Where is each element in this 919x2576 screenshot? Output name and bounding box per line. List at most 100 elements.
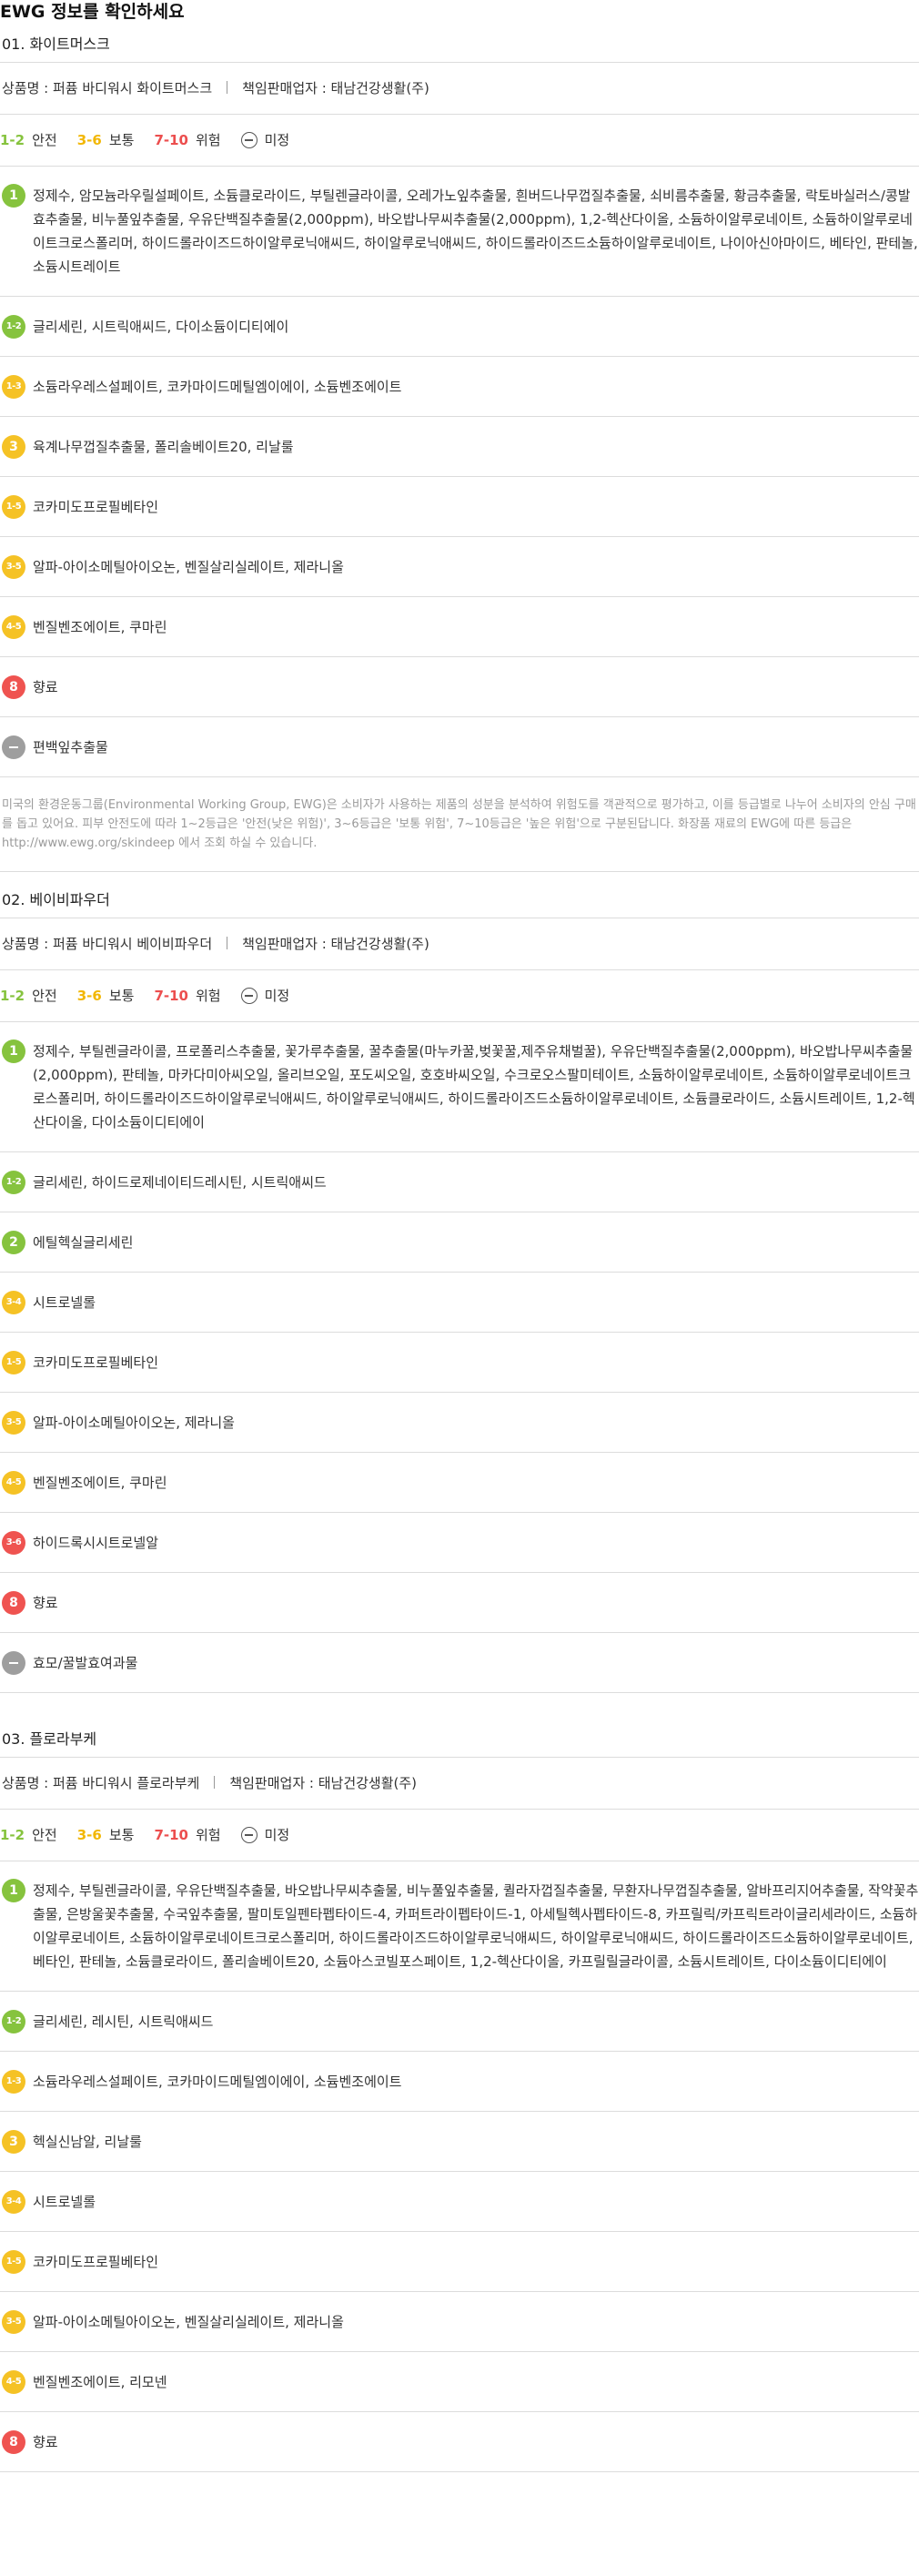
ingredient-list: 정제수, 부틸렌글라이콜, 프로폴리스추출물, 꽃가루추출물, 꿀추출물(마누카…	[33, 1043, 915, 1131]
ingredient-list: 소듐라우레스설페이트, 코카마이드메틸엠이에이, 소듐벤조에이트	[33, 2074, 402, 2090]
grade-badge: 4-5	[2, 1471, 25, 1495]
grade-badge: 4-5	[2, 2370, 25, 2394]
ingredient-row: 1 정제수, 부틸렌글라이콜, 우유단백질추출물, 바오밥나무씨추출물, 비누풀잎…	[0, 1861, 919, 1992]
grade-badge: 3-5	[2, 1411, 25, 1435]
ingredient-list: 글리세린, 레시틴, 시트릭애씨드	[33, 2013, 214, 2030]
ingredient-row: 1-5 코카미도프로필베타인	[0, 477, 919, 537]
legend-medium-label: 보통	[108, 987, 135, 1004]
legend-danger: 7-10 위험	[154, 115, 220, 167]
legend-danger-label: 위험	[195, 987, 221, 1004]
ingredient-list: 벤질벤조에이트, 리모넨	[33, 2374, 167, 2390]
ingredient-row: 3-5 알파-아이소메틸아이오논, 벤질살리실레이트, 제라니올	[0, 537, 919, 597]
legend-undetermined-label: 미정	[264, 131, 290, 148]
ingredient-row: 1-3 소듐라우레스설페이트, 코카마이드메틸엠이에이, 소듐벤조에이트	[0, 2052, 919, 2112]
ingredient-row: 3-5 알파-아이소메틸아이오논, 제라니올	[0, 1393, 919, 1453]
legend-medium-label: 보통	[108, 1826, 135, 1843]
ingredient-row: 효모/꿀발효여과물	[0, 1633, 919, 1693]
page-title: EWG 정보를 확인하세요	[0, 2, 185, 22]
section-heading: 02. 베이비파우더	[0, 879, 919, 918]
ingredient-row: 1-2 글리세린, 시트릭애씨드, 다이소듐이디티에이	[0, 297, 919, 357]
ingredient-row: 1-2 글리세린, 하이드로제네이티드레시틴, 시트릭애씨드	[0, 1152, 919, 1212]
grade-legend: 1-2 안전 3-6 보통 7-10 위험 미정	[0, 115, 919, 167]
minus-circle-icon	[240, 988, 258, 1004]
legend-undetermined-label: 미정	[264, 987, 290, 1004]
legend-undetermined: 미정	[240, 115, 290, 167]
ingredient-list: 하이드록시시트로넬알	[33, 1535, 159, 1551]
grade-badge: 3-5	[2, 555, 25, 579]
product-name: 상품명 : 퍼퓸 바디워시 화이트머스크	[2, 80, 213, 96]
ingredient-row: 4-5 벤질벤조에이트, 쿠마린	[0, 1453, 919, 1513]
ingredient-list: 향료	[33, 1595, 58, 1611]
legend-medium-label: 보통	[108, 131, 135, 148]
legend-danger-range: 7-10	[154, 1826, 188, 1843]
legend-danger-label: 위험	[195, 1826, 221, 1843]
ingredient-list: 알파-아이소메틸아이오논, 벤질살리실레이트, 제라니올	[33, 559, 344, 575]
ingredient-row: 3 헥실신남알, 리날룰	[0, 2112, 919, 2172]
legend-medium-range: 3-6	[76, 987, 102, 1004]
grade-badge: 1	[2, 1040, 25, 1063]
undetermined-badge	[2, 1651, 25, 1675]
grade-badge: 8	[2, 2430, 25, 2454]
legend-danger: 7-10 위험	[154, 970, 220, 1022]
ingredient-list: 소듐라우레스설페이트, 코카마이드메틸엠이에이, 소듐벤조에이트	[33, 379, 402, 395]
legend-undetermined: 미정	[240, 970, 290, 1022]
seller-name: 책임판매업자 : 태남건강생활(주)	[242, 80, 429, 96]
grade-badge: 4-5	[2, 615, 25, 639]
ingredient-list: 시트로넬롤	[33, 2194, 96, 2210]
legend-safe-range: 1-2	[0, 987, 25, 1004]
ingredient-row: 3-4 시트로넬롤	[0, 1273, 919, 1333]
ingredient-list: 편백잎추출물	[33, 739, 108, 756]
legend-medium-range: 3-6	[76, 1826, 102, 1843]
undetermined-badge	[2, 735, 25, 759]
ingredient-row: 편백잎추출물	[0, 717, 919, 777]
ingredient-row: 8 향료	[0, 2412, 919, 2472]
ingredient-row: 3-6 하이드록시시트로넬알	[0, 1513, 919, 1573]
ingredient-list: 시트로넬롤	[33, 1294, 96, 1311]
product-name: 상품명 : 퍼퓸 바디워시 베이비파우더	[2, 936, 213, 952]
legend-medium: 3-6 보통	[77, 970, 135, 1022]
grade-badge: 1-2	[2, 315, 25, 339]
grade-badge: 1-2	[2, 2010, 25, 2033]
ingredient-row: 4-5 벤질벤조에이트, 리모넨	[0, 2352, 919, 2412]
product-info-row: 상품명 : 퍼퓸 바디워시 플로라부케 책임판매업자 : 태남건강생활(주)	[0, 1758, 919, 1810]
grade-badge: 1-3	[2, 2070, 25, 2094]
ingredient-row: 3-4 시트로넬롤	[0, 2172, 919, 2232]
grade-badge: 3	[2, 435, 25, 459]
legend-safe-label: 안전	[32, 1826, 57, 1843]
ewg-section: 03. 플로라부케 상품명 : 퍼퓸 바디워시 플로라부케 책임판매업자 : 태남건…	[0, 1693, 919, 2472]
ingredient-list: 글리세린, 하이드로제네이티드레시틴, 시트릭애씨드	[33, 1174, 327, 1191]
ingredient-row: 2 에틸헥실글리세린	[0, 1212, 919, 1273]
legend-medium: 3-6 보통	[77, 115, 135, 167]
ingredient-row: 1 정제수, 암모늄라우릴설페이트, 소듐클로라이드, 부틸렌글라이콜, 오레가노…	[0, 167, 919, 297]
legend-safe-range: 1-2	[0, 131, 25, 148]
seller-name: 책임판매업자 : 태남건강생활(주)	[229, 1775, 418, 1791]
legend-medium-range: 3-6	[76, 131, 102, 148]
ingredient-row: 1-5 코카미도프로필베타인	[0, 2232, 919, 2292]
legend-safe-label: 안전	[32, 131, 57, 148]
legend-danger-range: 7-10	[154, 987, 188, 1004]
grade-badge: 2	[2, 1231, 25, 1254]
ingredient-list: 효모/꿀발효여과물	[33, 1655, 138, 1671]
ingredient-list: 육계나무껍질추출물, 폴리솔베이트20, 리날룰	[33, 439, 294, 455]
legend-safe-label: 안전	[32, 987, 57, 1004]
ingredient-row: 3-5 알파-아이소메틸아이오논, 벤질살리실레이트, 제라니올	[0, 2292, 919, 2352]
grade-badge: 3	[2, 2130, 25, 2154]
legend-safe: 1-2 안전	[0, 115, 57, 167]
product-name: 상품명 : 퍼퓸 바디워시 플로라부케	[2, 1775, 200, 1791]
ingredient-row: 4-5 벤질벤조에이트, 쿠마린	[0, 597, 919, 657]
ewg-section: 01. 화이트머스크상품명 : 퍼퓸 바디워시 화이트머스크 책임판매업자 : 태…	[0, 24, 919, 872]
ingredient-row: 1-3 소듐라우레스설페이트, 코카마이드메틸엠이에이, 소듐벤조에이트	[0, 357, 919, 417]
ingredient-row: 1-2 글리세린, 레시틴, 시트릭애씨드	[0, 1992, 919, 2052]
section-heading: 01. 화이트머스크	[0, 24, 919, 63]
grade-badge: 3-5	[2, 2310, 25, 2334]
grade-badge: 1	[2, 1879, 25, 1902]
ingredient-list: 향료	[33, 679, 58, 695]
ingredient-list: 헥실신남알, 리날룰	[33, 2134, 142, 2150]
grade-badge: 1-5	[2, 1351, 25, 1374]
grade-badge: 1-2	[2, 1171, 25, 1194]
divider	[214, 1776, 216, 1789]
legend-undetermined-label: 미정	[264, 1826, 290, 1843]
grade-badge: 1-5	[2, 495, 25, 519]
